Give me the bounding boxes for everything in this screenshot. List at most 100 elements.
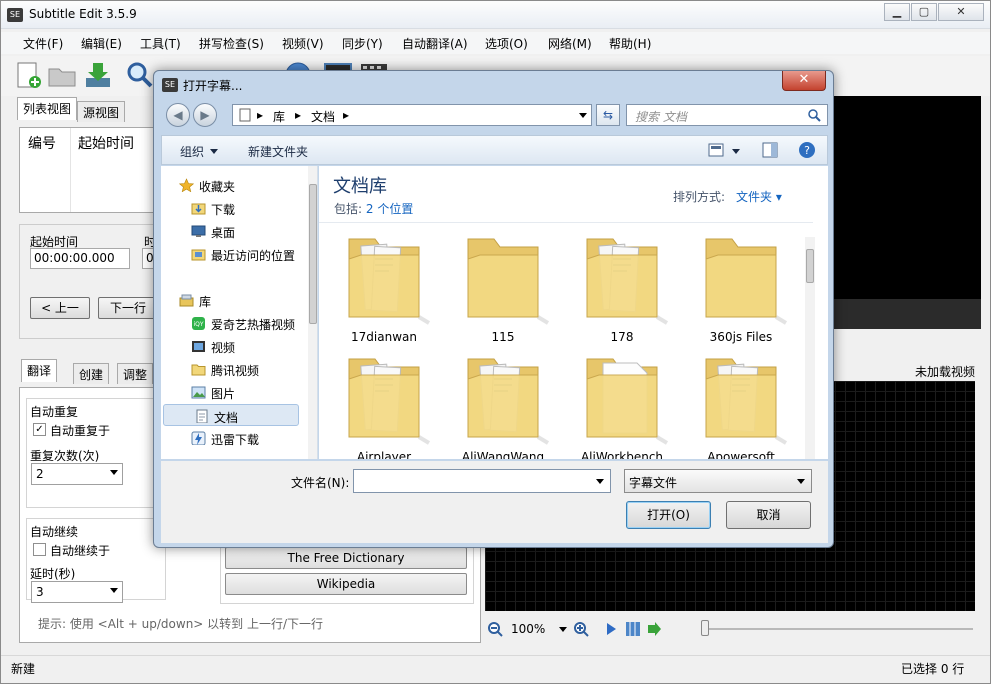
column-number[interactable]: 编号 bbox=[28, 133, 56, 153]
menu-sync[interactable]: 同步(Y) bbox=[342, 35, 383, 52]
organize-button[interactable]: 组织 bbox=[180, 143, 204, 160]
file-type-select[interactable]: 字幕文件 bbox=[624, 469, 812, 493]
breadcrumb-documents[interactable]: 文档 bbox=[311, 108, 335, 125]
star-icon bbox=[179, 178, 194, 192]
folder-item[interactable]: Airplayer bbox=[329, 349, 439, 459]
next-line-button[interactable]: 下一行 bbox=[98, 297, 158, 319]
preview-pane-icon[interactable] bbox=[762, 142, 778, 158]
menu-video[interactable]: 视频(V) bbox=[282, 35, 324, 52]
video-player[interactable] bbox=[831, 96, 981, 328]
nav-item[interactable]: 收藏夹 bbox=[161, 174, 301, 196]
new-folder-button[interactable]: 新建文件夹 bbox=[248, 143, 308, 160]
nav-item[interactable]: 视频 bbox=[161, 335, 301, 357]
wikipedia-button[interactable]: Wikipedia bbox=[225, 573, 467, 595]
menu-network[interactable]: 网络(M) bbox=[548, 35, 592, 52]
play-icon[interactable] bbox=[605, 622, 617, 636]
maximize-button[interactable]: ▢ bbox=[911, 3, 937, 21]
delay-label: 延时(秒) bbox=[30, 565, 75, 582]
refresh-button[interactable]: ⇆ bbox=[596, 104, 620, 126]
nav-item[interactable]: 库 bbox=[161, 289, 301, 311]
nav-item[interactable]: iQY爱奇艺热播视频 bbox=[161, 312, 301, 334]
waveform-slider[interactable] bbox=[705, 628, 973, 630]
tab-list-view[interactable]: 列表视图 bbox=[17, 97, 77, 120]
chevron-down-icon[interactable] bbox=[559, 627, 567, 632]
column-divider bbox=[70, 128, 71, 212]
address-bar[interactable]: ▸ 库 ▸ 文档 ▸ bbox=[232, 104, 592, 126]
free-dictionary-button[interactable]: The Free Dictionary bbox=[225, 547, 467, 569]
find-icon[interactable] bbox=[125, 60, 155, 90]
nav-item[interactable]: 最近访问的位置 bbox=[161, 243, 301, 265]
tab-create[interactable]: 创建 bbox=[73, 363, 109, 384]
menu-file[interactable]: 文件(F) bbox=[23, 35, 63, 52]
folder-item[interactable]: AliWorkbench bbox=[567, 349, 677, 459]
tab-source-view[interactable]: 源视图 bbox=[77, 101, 125, 122]
nav-item[interactable]: 桌面 bbox=[161, 220, 301, 242]
menu-help[interactable]: 帮助(H) bbox=[609, 35, 651, 52]
folder-item[interactable]: AliWangWang bbox=[448, 349, 558, 459]
download-folder-icon bbox=[191, 201, 206, 215]
auto-continue-checkbox[interactable] bbox=[33, 543, 46, 556]
columns-icon[interactable] bbox=[625, 621, 641, 637]
filename-input[interactable] bbox=[353, 469, 611, 493]
cancel-button[interactable]: 取消 bbox=[726, 501, 811, 529]
auto-repeat-group: 自动重复 ✓ 自动重复于 重复次数(次) 2 bbox=[26, 398, 166, 508]
folder-item[interactable]: 360js Files bbox=[686, 229, 796, 349]
folder-item[interactable]: 17dianwan bbox=[329, 229, 439, 349]
repeat-count-select[interactable]: 2 bbox=[31, 463, 123, 485]
menu-autotranslate[interactable]: 自动翻译(A) bbox=[402, 35, 468, 52]
column-start-time[interactable]: 起始时间 bbox=[78, 133, 134, 153]
chevron-down-icon[interactable] bbox=[210, 149, 218, 154]
search-input[interactable]: 搜索 文档 bbox=[626, 104, 828, 126]
forward-icon[interactable] bbox=[647, 622, 665, 636]
help-icon[interactable]: ? bbox=[798, 141, 816, 159]
svg-text:?: ? bbox=[804, 144, 810, 157]
folder-item[interactable]: Apowersoft bbox=[686, 349, 796, 459]
chevron-down-icon[interactable] bbox=[732, 149, 740, 154]
nav-item[interactable]: 文档 bbox=[163, 404, 299, 426]
nav-scrollbar-thumb[interactable] bbox=[309, 184, 317, 324]
delay-select[interactable]: 3 bbox=[31, 581, 123, 603]
content-scrollbar-thumb[interactable] bbox=[806, 249, 814, 283]
zoom-in-icon[interactable] bbox=[573, 621, 589, 637]
menu-edit[interactable]: 编辑(E) bbox=[81, 35, 122, 52]
back-button[interactable]: ◀ bbox=[166, 103, 190, 127]
nav-scrollbar[interactable] bbox=[308, 166, 318, 459]
nav-item[interactable]: 迅雷下载 bbox=[161, 427, 301, 449]
view-mode-icon[interactable] bbox=[708, 143, 724, 157]
save-download-icon[interactable] bbox=[83, 60, 113, 90]
content-scrollbar[interactable] bbox=[805, 237, 815, 459]
chevron-down-icon[interactable] bbox=[596, 479, 604, 484]
dialog-close-button[interactable]: ✕ bbox=[782, 71, 826, 91]
auto-repeat-checkbox[interactable]: ✓ bbox=[33, 423, 46, 436]
folder-item[interactable]: 178 bbox=[567, 229, 677, 349]
folder-item[interactable]: 115 bbox=[448, 229, 558, 349]
nav-item[interactable]: 腾讯视频 bbox=[161, 358, 301, 380]
menu-tools[interactable]: 工具(T) bbox=[140, 35, 181, 52]
waveform-slider-thumb[interactable] bbox=[701, 620, 709, 636]
tab-adjust[interactable]: 调整 bbox=[117, 363, 153, 384]
nav-item[interactable]: 图片 bbox=[161, 381, 301, 403]
zoom-out-icon[interactable] bbox=[487, 621, 503, 637]
start-time-input[interactable]: 00:00:00.000 bbox=[30, 248, 130, 269]
prev-line-button[interactable]: < 上一 bbox=[30, 297, 90, 319]
file-content-pane: 文档库 包括: 2 个位置 排列方式: 文件夹 ▾ 17dianwan11517… bbox=[319, 166, 828, 459]
folder-icon bbox=[329, 349, 439, 449]
breadcrumb-library[interactable]: 库 bbox=[273, 108, 285, 125]
video-seek-bar[interactable] bbox=[831, 299, 981, 329]
minimize-button[interactable]: ▁ bbox=[884, 3, 910, 21]
zoom-value[interactable]: 100% bbox=[511, 622, 545, 636]
menu-spellcheck[interactable]: 拼写检查(S) bbox=[199, 35, 264, 52]
filename-label: 文件名(N): bbox=[291, 474, 349, 491]
sort-by-select[interactable]: 文件夹 ▾ bbox=[736, 188, 782, 205]
open-folder-icon[interactable] bbox=[47, 60, 77, 90]
menu-options[interactable]: 选项(O) bbox=[485, 35, 528, 52]
new-file-icon[interactable] bbox=[13, 60, 43, 90]
forward-button[interactable]: ▶ bbox=[193, 103, 217, 127]
open-button[interactable]: 打开(O) bbox=[626, 501, 711, 529]
close-window-button[interactable]: ✕ bbox=[938, 3, 984, 21]
search-icon[interactable] bbox=[808, 109, 821, 122]
library-locations-link[interactable]: 2 个位置 bbox=[366, 202, 413, 216]
tab-translate[interactable]: 翻译 bbox=[21, 359, 57, 382]
address-dropdown-icon[interactable] bbox=[579, 113, 587, 118]
nav-item[interactable]: 下载 bbox=[161, 197, 301, 219]
